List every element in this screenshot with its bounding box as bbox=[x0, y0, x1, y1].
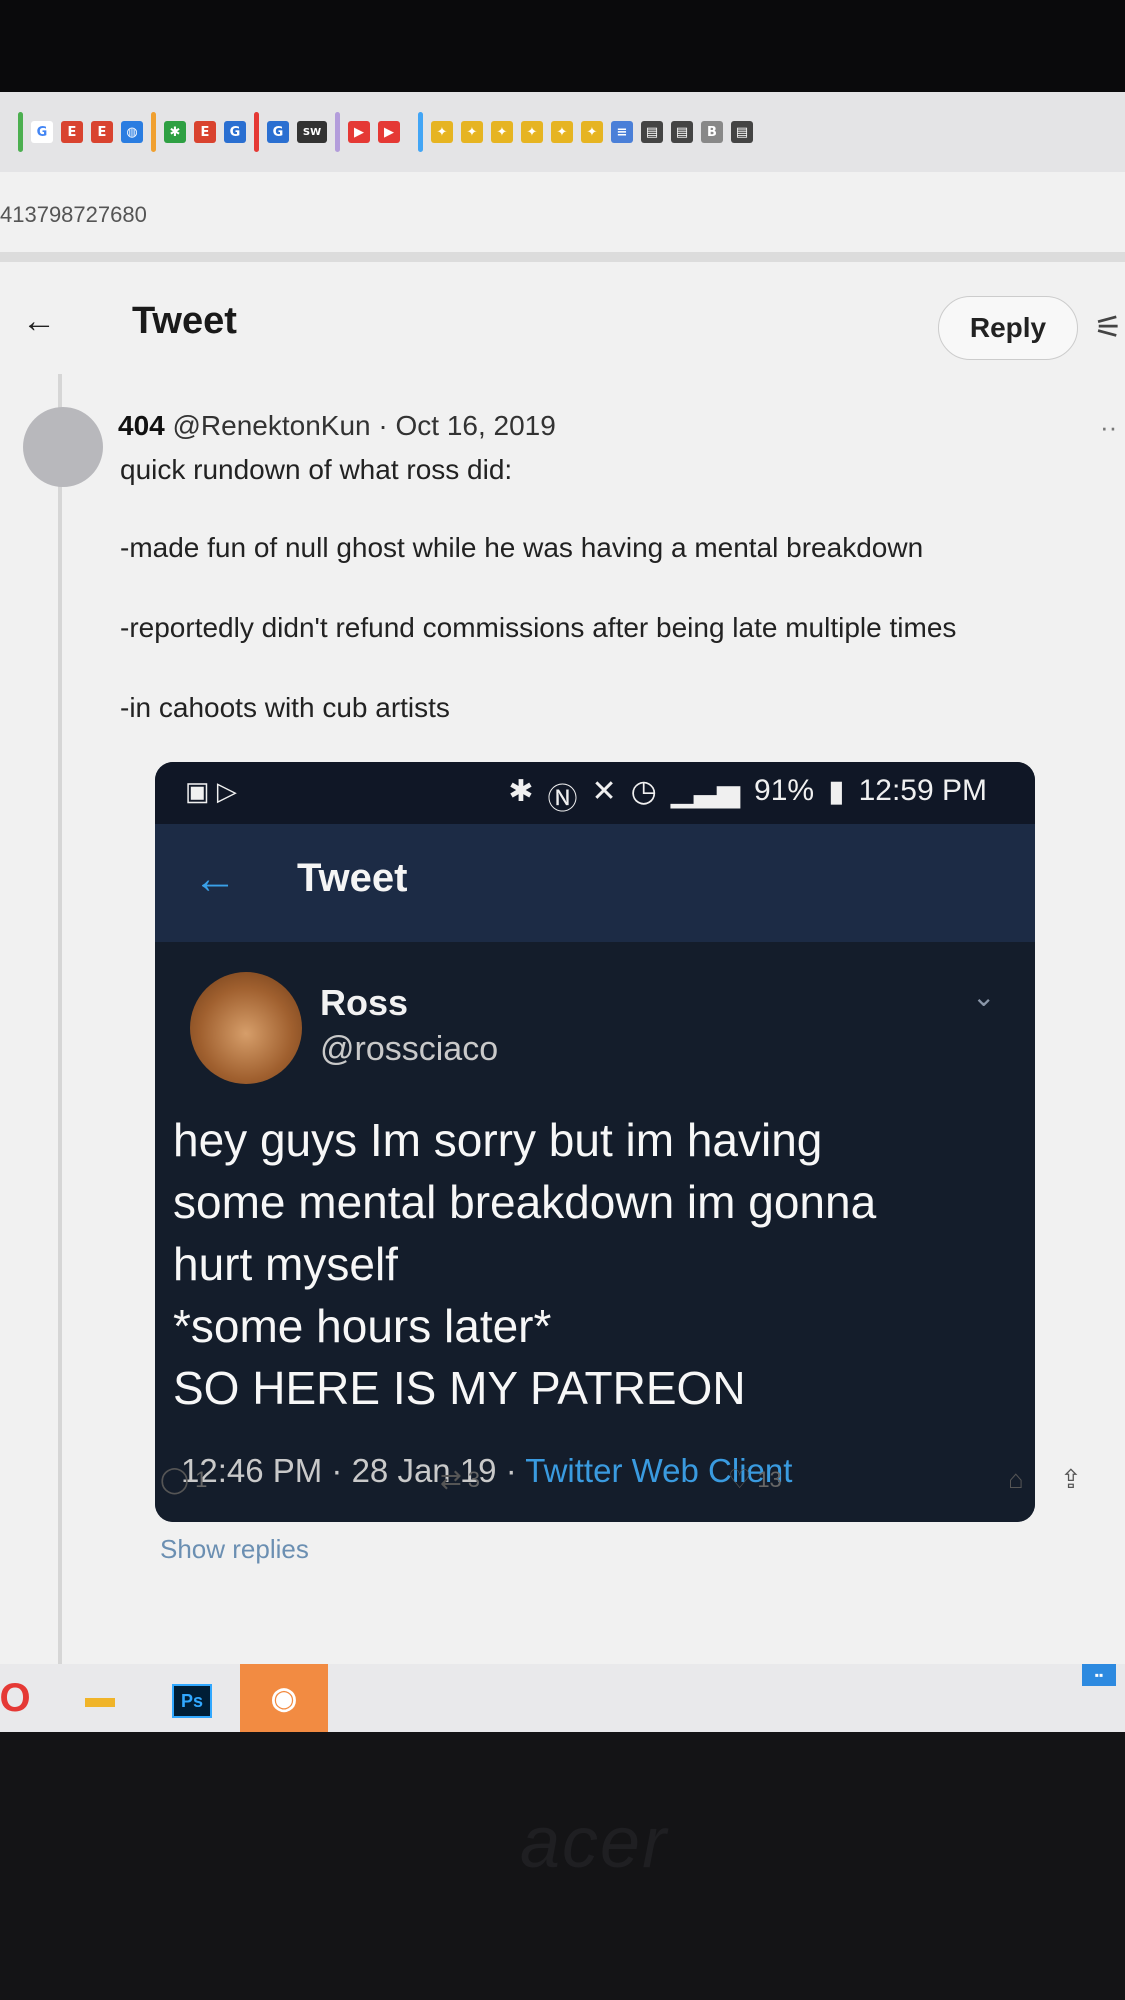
taskbar: O ▬ Ps ◉ ▪▪ bbox=[0, 1664, 1125, 1732]
embedded-title: Tweet bbox=[297, 856, 408, 900]
bookmark-g-icon[interactable]: G bbox=[224, 121, 246, 143]
bookmark-separator bbox=[335, 112, 340, 152]
bookmark-folder-icon[interactable]: ✦ bbox=[581, 121, 603, 143]
monitor-bezel-bottom: acer bbox=[0, 1732, 1125, 2000]
tweet-date[interactable]: Oct 16, 2019 bbox=[396, 410, 556, 441]
embedded-text-line: some mental breakdown im gonna bbox=[173, 1176, 877, 1228]
bookmarks-bar: G E E ◍ ✱ E G G SW ▶ ▶ ✦ ✦ ✦ ✦ ✦ ✦ ≡ ▤ ▤… bbox=[0, 92, 1125, 172]
bookmark-folder-icon[interactable]: ✦ bbox=[491, 121, 513, 143]
tweet-text-line: -made fun of null ghost while he was hav… bbox=[120, 532, 924, 563]
bookmark-action[interactable]: ⌂ bbox=[1008, 1464, 1024, 1495]
embedded-tweet: Ross @rossciaco ⌄ hey guys Im sorry but … bbox=[155, 942, 1035, 1522]
sliders-icon[interactable]: ⚟ bbox=[1094, 308, 1123, 346]
mute-icon: ✕ bbox=[591, 775, 617, 808]
author-handle[interactable]: @RenektonKun bbox=[173, 410, 371, 441]
page-title: Tweet bbox=[132, 300, 237, 342]
discord-icon[interactable]: ◉ bbox=[240, 1664, 328, 1732]
bookmark-g-icon[interactable]: G bbox=[267, 121, 289, 143]
tweet-text-line: quick rundown of what ross did: bbox=[120, 454, 513, 485]
url-fragment: 413798727680 bbox=[0, 202, 147, 227]
bookmark-doc-icon[interactable]: ▤ bbox=[641, 121, 663, 143]
embedded-text-line: SO HERE IS MY PATREON bbox=[173, 1362, 746, 1414]
reply-count: 1 bbox=[195, 1466, 208, 1492]
avatar[interactable] bbox=[23, 407, 103, 487]
back-arrow-icon: ← bbox=[193, 854, 237, 903]
chevron-down-icon: ⌄ bbox=[972, 981, 996, 1012]
bookmark-e-icon[interactable]: E bbox=[194, 121, 216, 143]
screen: G E E ◍ ✱ E G G SW ▶ ▶ ✦ ✦ ✦ ✦ ✦ ✦ ≡ ▤ ▤… bbox=[0, 92, 1125, 1732]
photoshop-icon[interactable]: Ps bbox=[172, 1684, 212, 1718]
battery-icon: ▮ bbox=[828, 775, 845, 808]
monitor-bezel-top bbox=[0, 0, 1125, 92]
status-time: 12:59 PM bbox=[858, 774, 987, 807]
bookmark-folder-icon[interactable]: ✦ bbox=[551, 121, 573, 143]
embedded-screenshot[interactable]: ▣ ▷ ✱ Ⓝ ✕ ◷ ▁▃▅ 91% ▮ 12:59 PM ← Tweet R… bbox=[155, 762, 1035, 1522]
status-left-icons: ▣ ▷ bbox=[185, 776, 237, 807]
bookmark-doc-icon[interactable]: ▤ bbox=[731, 121, 753, 143]
embedded-author-handle: @rossciaco bbox=[320, 1030, 499, 1068]
youtube-icon[interactable]: ▶ bbox=[348, 121, 370, 143]
bookmark-separator bbox=[18, 112, 23, 152]
embedded-header: ← Tweet bbox=[155, 824, 1035, 942]
bookmark-doc-icon[interactable]: ≡ bbox=[611, 121, 633, 143]
bookmark-green-icon[interactable]: ✱ bbox=[164, 121, 186, 143]
heart-icon: ♡ bbox=[728, 1464, 752, 1494]
file-explorer-icon[interactable]: ▬ bbox=[82, 1676, 118, 1720]
play-store-icon: ▷ bbox=[216, 776, 237, 806]
embedded-text-line: hey guys Im sorry but im having bbox=[173, 1114, 823, 1166]
bookmark-folder-icon[interactable]: ✦ bbox=[431, 121, 453, 143]
bookmark-folder-icon[interactable]: ✦ bbox=[521, 121, 543, 143]
bookmark-e-icon[interactable]: E bbox=[91, 121, 113, 143]
embedded-text-line: hurt myself bbox=[173, 1238, 398, 1290]
like-action[interactable]: ♡ 13 bbox=[728, 1464, 782, 1495]
phone-status-bar: ▣ ▷ ✱ Ⓝ ✕ ◷ ▁▃▅ 91% ▮ 12:59 PM bbox=[155, 762, 1035, 824]
status-right-icons: ✱ Ⓝ ✕ ◷ ▁▃▅ 91% ▮ 12:59 PM bbox=[508, 774, 987, 818]
retweet-count: 3 bbox=[467, 1466, 481, 1492]
signal-icon: ▁▃▅ bbox=[670, 775, 741, 808]
author-name[interactable]: 404 bbox=[118, 410, 165, 441]
nfc-icon: Ⓝ bbox=[547, 783, 578, 816]
bluetooth-icon: ✱ bbox=[508, 775, 534, 808]
reply-icon: ◯ bbox=[160, 1464, 190, 1494]
tweet-actions: ◯ 1 ⇄ 3 ♡ 13 ⌂ ⇪ bbox=[0, 1464, 1125, 1524]
separator-dot: · bbox=[378, 410, 388, 441]
tweet-author-line: 404 @RenektonKun · Oct 16, 2019 bbox=[118, 410, 556, 442]
bookmark-separator bbox=[254, 112, 259, 152]
bookmark-b-icon[interactable]: B bbox=[701, 121, 723, 143]
divider bbox=[0, 252, 1125, 262]
gallery-icon: ▣ bbox=[185, 776, 210, 806]
show-replies-link[interactable]: Show replies bbox=[160, 1534, 309, 1565]
back-arrow-icon[interactable]: ← bbox=[22, 302, 56, 341]
embedded-text-line: *some hours later* bbox=[173, 1300, 552, 1352]
opera-icon[interactable]: O bbox=[0, 1676, 31, 1720]
alarm-icon: ◷ bbox=[630, 775, 657, 808]
embedded-author-name: Ross bbox=[320, 982, 409, 1023]
reply-action[interactable]: ◯ 1 bbox=[160, 1464, 207, 1495]
tweet-text-line: -reportedly didn't refund commissions af… bbox=[120, 612, 957, 643]
tweet-header: ← Tweet Reply ⚟ bbox=[0, 292, 1125, 372]
bookmark-e-icon[interactable]: E bbox=[61, 121, 83, 143]
like-count: 13 bbox=[757, 1466, 782, 1492]
avatar bbox=[190, 972, 302, 1084]
reply-button[interactable]: Reply bbox=[938, 296, 1078, 360]
tweet-text-line: -in cahoots with cub artists bbox=[120, 692, 450, 723]
bookmark-icon: ⌂ bbox=[1008, 1464, 1024, 1494]
bookmark-separator bbox=[418, 112, 423, 152]
bookmark-folder-icon[interactable]: ✦ bbox=[461, 121, 483, 143]
bookmark-globe-icon[interactable]: ◍ bbox=[121, 121, 143, 143]
tray-icon[interactable]: ▪▪ bbox=[1082, 1664, 1116, 1686]
bookmark-sw-icon[interactable]: SW bbox=[297, 121, 327, 143]
bookmark-separator bbox=[151, 112, 156, 152]
youtube-icon[interactable]: ▶ bbox=[378, 121, 400, 143]
retweet-action[interactable]: ⇄ 3 bbox=[440, 1464, 480, 1495]
bookmark-google-icon[interactable]: G bbox=[31, 121, 53, 143]
bookmark-doc-icon[interactable]: ▤ bbox=[671, 121, 693, 143]
share-icon: ⇪ bbox=[1060, 1464, 1082, 1494]
monitor-brand-logo: acer bbox=[520, 1803, 669, 1883]
retweet-icon: ⇄ bbox=[440, 1464, 462, 1494]
more-options-icon[interactable]: ·· bbox=[1100, 412, 1117, 443]
share-action[interactable]: ⇪ bbox=[1060, 1464, 1082, 1495]
battery-percent: 91% bbox=[754, 774, 815, 807]
